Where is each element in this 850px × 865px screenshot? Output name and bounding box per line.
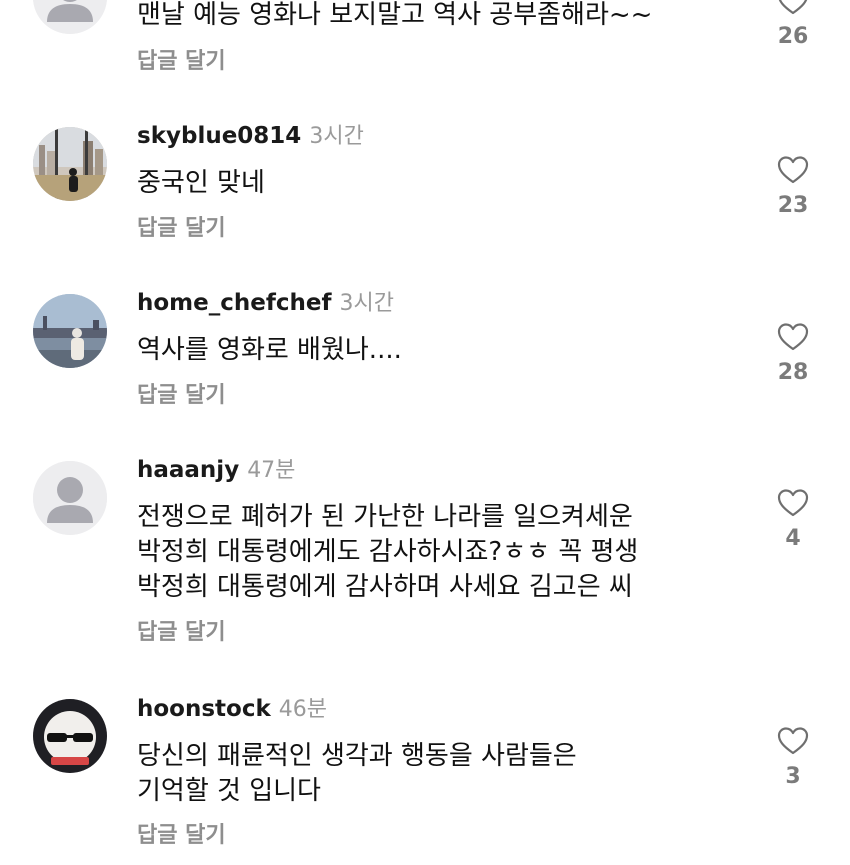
like-group: 28 <box>770 322 816 386</box>
reply-button[interactable]: 답글 달기 <box>137 821 226 851</box>
timestamp: 46분 <box>278 697 328 722</box>
comment-header: haaanjy 47분 <box>137 455 295 485</box>
reply-button[interactable]: 답글 달기 <box>137 47 226 77</box>
username-link[interactable]: haaanjy <box>137 457 239 483</box>
username-link[interactable]: hoonstock <box>137 696 271 722</box>
timestamp: 47분 <box>247 458 296 483</box>
comment-text: 전쟁으로 폐허가 된 가난한 나라를 일으켜세운 박정희 대통령에게도 감사하시… <box>137 502 639 602</box>
like-count: 23 <box>777 193 809 218</box>
heart-outline-icon[interactable] <box>777 726 809 756</box>
like-count: 26 <box>777 24 809 49</box>
timestamp: 3시간 <box>339 291 394 316</box>
comment-header: skyblue0814 3시간 <box>137 121 364 151</box>
like-count: 3 <box>785 764 801 789</box>
username-link[interactable]: skyblue0814 <box>137 123 301 149</box>
default-avatar-icon[interactable] <box>33 0 107 34</box>
default-avatar-icon[interactable] <box>33 461 107 535</box>
like-count: 4 <box>785 526 801 551</box>
heart-outline-icon[interactable] <box>777 488 809 518</box>
like-count: 28 <box>777 360 809 385</box>
comment-header: hoonstock 46분 <box>137 694 327 724</box>
avatar[interactable] <box>33 127 107 201</box>
like-group: 26 <box>770 0 816 50</box>
like-group: 23 <box>770 155 816 219</box>
heart-outline-icon[interactable] <box>777 155 809 185</box>
heart-outline-icon[interactable] <box>777 322 809 352</box>
comment-text: 맨날 예능 영화나 보지말고 역사 공부좀해라~~ <box>137 0 653 30</box>
avatar[interactable] <box>33 294 107 368</box>
like-group: 3 <box>770 726 816 790</box>
comment-text: 중국인 맞네 <box>137 168 265 198</box>
comment-text: 역사를 영화로 배웠나.... <box>137 335 402 365</box>
timestamp: 3시간 <box>309 124 364 149</box>
username-link[interactable]: home_chefchef <box>137 290 331 316</box>
reply-button[interactable]: 답글 달기 <box>137 381 226 411</box>
heart-outline-icon[interactable] <box>777 0 809 16</box>
comment-header: home_chefchef 3시간 <box>137 288 394 318</box>
comment-text: 당신의 패륜적인 생각과 행동을 사람들은 기억할 것 입니다 <box>137 741 577 806</box>
reply-button[interactable]: 답글 달기 <box>137 214 226 244</box>
reply-button[interactable]: 답글 달기 <box>137 618 226 648</box>
like-group: 4 <box>770 488 816 552</box>
avatar[interactable] <box>33 699 107 773</box>
